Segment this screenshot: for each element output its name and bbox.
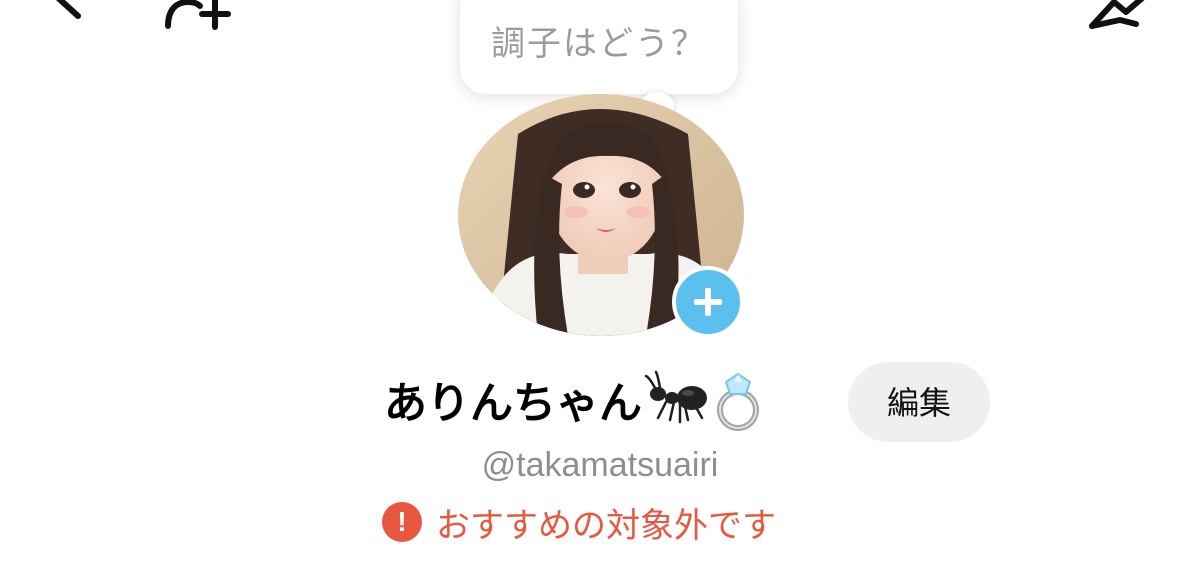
chevron-left-icon[interactable] (32, 0, 92, 30)
ant-emoji-icon (644, 370, 707, 424)
warning-text: おすすめの対象外です (436, 505, 776, 546)
status-placeholder: 調子はどう？ (491, 24, 707, 64)
edit-profile-button[interactable]: 編集 (848, 362, 990, 442)
exclamation-icon: ! (382, 502, 422, 542)
status-message-bubble[interactable]: 調子はどう？ (460, 0, 738, 94)
share-icon[interactable] (1080, 0, 1160, 32)
recommendation-warning[interactable]: ! おすすめの対象外です (382, 496, 776, 548)
user-id: @takamatsuairi (481, 446, 719, 484)
ring-emoji-icon (717, 372, 759, 431)
profile-name-row: ありんちゃん (384, 362, 770, 438)
add-friend-icon[interactable] (160, 0, 236, 30)
display-name: ありんちゃん (384, 379, 642, 429)
avatar-add-button[interactable] (672, 266, 744, 338)
